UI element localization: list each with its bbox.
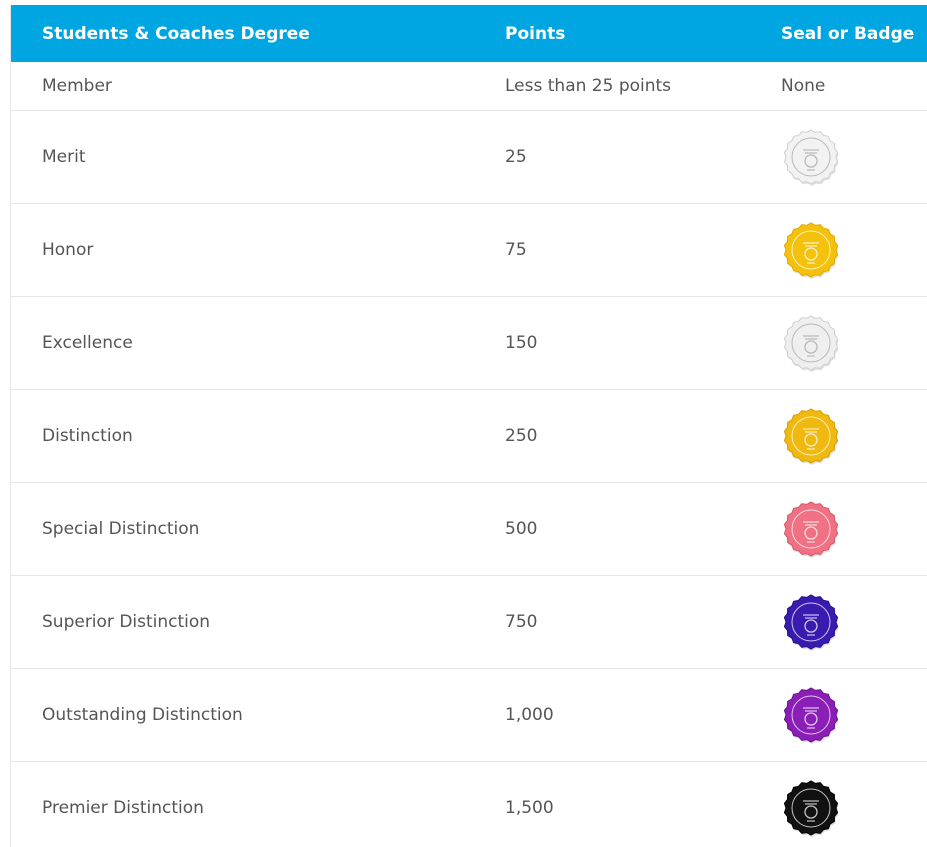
degree-cell: Merit (42, 146, 86, 167)
degree-cell: Premier Distinction (42, 797, 204, 818)
table-row: Excellence 150 (11, 296, 927, 389)
degree-cell: Special Distinction (42, 518, 200, 539)
points-cell: 25 (505, 146, 527, 167)
header-degree: Students & Coaches Degree (42, 23, 310, 44)
table-row: Member Less than 25 points None (11, 62, 927, 110)
points-cell: 150 (505, 332, 538, 353)
seal-cell (781, 110, 927, 203)
table-row: Honor 75 (11, 203, 927, 296)
degrees-table: Students & Coaches Degree Points Seal or… (11, 5, 927, 847)
seal-cell: None (781, 75, 826, 96)
header-points: Points (505, 23, 566, 44)
seal-cell (781, 203, 927, 296)
seal-cell (781, 296, 927, 389)
degree-cell: Excellence (42, 332, 133, 353)
points-cell: Less than 25 points (505, 75, 672, 96)
gold-seal-icon (782, 407, 840, 465)
purple-seal-icon (782, 686, 840, 744)
points-cell: 250 (505, 425, 538, 446)
seal-cell (781, 668, 927, 761)
seal-cell (781, 761, 927, 847)
seal-cell (781, 389, 927, 482)
silver-seal-icon (782, 314, 840, 372)
pink-seal-icon (782, 500, 840, 558)
table-header-row: Students & Coaches Degree Points Seal or… (11, 5, 927, 62)
table-row: Special Distinction 500 (11, 482, 927, 575)
table-row: Distinction 250 (11, 389, 927, 482)
points-cell: 750 (505, 611, 538, 632)
degree-cell: Superior Distinction (42, 611, 211, 632)
table-row: Superior Distinction 750 (11, 575, 927, 668)
table-row: Merit 25 (11, 110, 927, 203)
degrees-table-container: Students & Coaches Degree Points Seal or… (10, 5, 927, 847)
gold-seal-icon (782, 221, 840, 279)
degree-cell: Distinction (42, 425, 133, 446)
seal-cell (781, 575, 927, 668)
degree-cell: Outstanding Distinction (42, 704, 243, 725)
points-cell: 1,000 (505, 704, 554, 725)
table-row: Premier Distinction 1,500 (11, 761, 927, 847)
indigo-seal-icon (782, 593, 840, 651)
white-seal-icon (782, 128, 840, 186)
degree-cell: Honor (42, 239, 94, 260)
seal-cell (781, 482, 927, 575)
points-cell: 500 (505, 518, 538, 539)
black-seal-icon (782, 779, 840, 837)
table-row: Outstanding Distinction 1,000 (11, 668, 927, 761)
header-seal: Seal or Badge (781, 23, 915, 44)
degree-cell: Member (42, 75, 112, 96)
points-cell: 75 (505, 239, 527, 260)
points-cell: 1,500 (505, 797, 554, 818)
